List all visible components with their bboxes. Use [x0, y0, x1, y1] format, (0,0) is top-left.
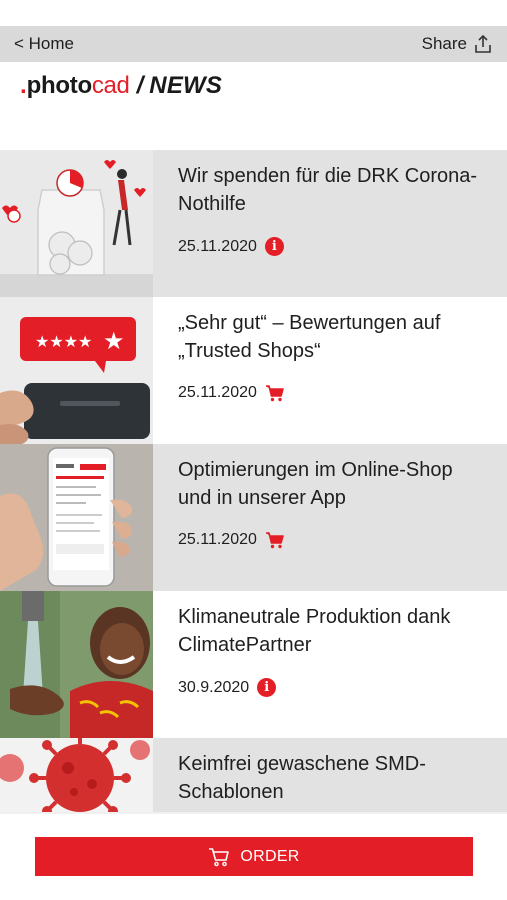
news-date: 25.11.2020: [178, 531, 257, 548]
logo-separator: /: [136, 72, 144, 99]
news-title: Wir spenden für die DRK Corona-Nothilfe: [178, 165, 478, 215]
logo-dot: .: [20, 72, 27, 99]
news-item[interactable]: Optimierungen im Online-Shop und in unse…: [0, 444, 507, 591]
order-footer: ORDER: [0, 812, 507, 900]
info-icon: i: [264, 237, 284, 256]
info-icon: i: [257, 678, 277, 697]
order-label: ORDER: [240, 847, 300, 865]
trusted-shops-rating-thumbnail: ★★★★ ★: [0, 297, 153, 444]
news-title: Keimfrei gewaschene SMD-Schablonen: [178, 753, 426, 803]
news-list[interactable]: Wir spenden für die DRK Corona-Nothilfe …: [0, 150, 507, 812]
news-item[interactable]: ★★★★ ★ „Sehr gut“ – Bewertungen auf „Tru…: [0, 297, 507, 444]
shopping-cart-icon: [265, 384, 285, 402]
status-bar-area: [0, 0, 507, 26]
shopping-cart-icon: [265, 531, 285, 549]
svg-text:★: ★: [103, 327, 125, 355]
share-icon: [473, 34, 493, 54]
donation-jar-thumbnail: [0, 150, 153, 297]
news-title: „Sehr gut“ – Bewertungen auf „Trusted Sh…: [178, 312, 441, 362]
order-button[interactable]: ORDER: [35, 837, 473, 876]
news-title: Klimaneutrale Produktion dank ClimatePar…: [178, 606, 451, 656]
back-home-label: < Home: [14, 34, 74, 53]
news-date: 25.11.2020: [178, 384, 257, 401]
footer-divider: [0, 812, 507, 814]
photocad-news-logo: . photo cad / NEWS: [20, 72, 222, 104]
news-item[interactable]: Klimaneutrale Produktion dank ClimatePar…: [0, 591, 507, 738]
news-title: Optimierungen im Online-Shop und in unse…: [178, 459, 453, 509]
svg-text:★★★★: ★★★★: [35, 332, 92, 351]
page-title: NEWS: [149, 72, 223, 99]
share-label: Share: [421, 34, 467, 53]
logo-cad: cad: [91, 72, 130, 99]
share-button[interactable]: Share: [422, 34, 493, 54]
shopping-cart-icon: [208, 847, 230, 867]
back-home-button[interactable]: < Home: [14, 34, 74, 54]
news-date: 30.9.2020: [178, 678, 250, 696]
navigation-bar: < Home Share: [0, 26, 507, 62]
news-date: 25.11.2020: [178, 237, 257, 255]
logo-photo: photo: [26, 72, 92, 99]
phone-app-thumbnail: [0, 444, 153, 591]
virus-thumbnail: [0, 738, 153, 812]
climate-partner-thumbnail: [0, 591, 153, 738]
news-item[interactable]: Wir spenden für die DRK Corona-Nothilfe …: [0, 150, 507, 297]
news-item[interactable]: Keimfrei gewaschene SMD-Schablonen: [0, 738, 507, 812]
